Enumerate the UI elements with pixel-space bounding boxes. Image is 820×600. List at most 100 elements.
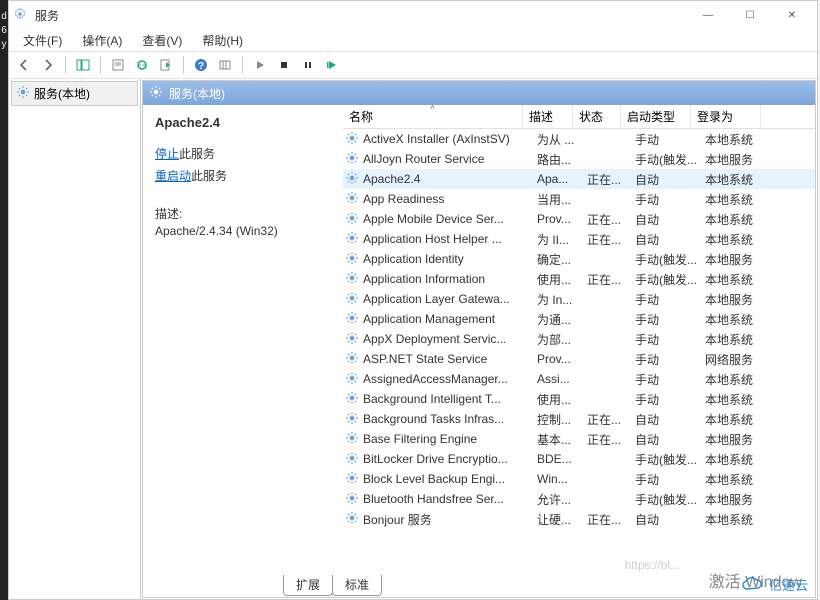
gear-icon (345, 331, 359, 348)
cell-startup: 手动(触发... (635, 491, 705, 508)
cell-status: 正在... (587, 171, 635, 188)
window-controls: — ☐ ✕ (687, 1, 813, 29)
gear-icon (345, 271, 359, 288)
back-button[interactable] (13, 54, 35, 76)
sort-indicator-icon: ˄ (430, 105, 435, 112)
minimize-button[interactable]: — (687, 1, 729, 29)
tree-root-services[interactable]: 服务(本地) (11, 81, 138, 106)
cell-startup: 手动 (635, 331, 705, 348)
cell-logon: 本地系统 (705, 191, 775, 208)
separator (65, 56, 66, 74)
service-row[interactable]: Background Intelligent T...使用...手动本地系统 (343, 389, 815, 409)
column-description[interactable]: 描述 (523, 105, 573, 128)
service-row[interactable]: Bonjour 服务让硬...正在...自动本地系统 (343, 509, 815, 529)
menu-file[interactable]: 文件(F) (13, 30, 72, 51)
cell-status: 正在... (587, 431, 635, 448)
gear-icon (345, 391, 359, 408)
cell-name: ActiveX Installer (AxInstSV) (363, 132, 537, 146)
service-row[interactable]: Bluetooth Handsfree Ser...允许...手动(触发...本… (343, 489, 815, 509)
gear-icon (345, 311, 359, 328)
svg-text:?: ? (198, 61, 204, 72)
column-status[interactable]: 状态 (573, 105, 621, 128)
pause-service-button[interactable] (297, 54, 319, 76)
pane-header: 服务(本地) (143, 81, 815, 105)
close-button[interactable]: ✕ (771, 1, 813, 29)
description-value: Apache/2.4.34 (Win32) (155, 224, 331, 238)
forward-button[interactable] (37, 54, 59, 76)
cell-name: Apache2.4 (363, 172, 537, 186)
service-row[interactable]: Application Layer Gatewa...为 In...手动本地服务 (343, 289, 815, 309)
show-hide-tree-button[interactable] (72, 54, 94, 76)
service-row[interactable]: Application Information使用...正在...手动(触发..… (343, 269, 815, 289)
tab-extended[interactable]: 扩展 (283, 575, 333, 596)
service-row[interactable]: AssignedAccessManager...Assi...手动本地系统 (343, 369, 815, 389)
column-startup[interactable]: 启动类型 (621, 105, 691, 128)
menubar: 文件(F) 操作(A) 查看(V) 帮助(H) (9, 29, 817, 51)
export-button[interactable] (155, 54, 177, 76)
maximize-button[interactable]: ☐ (729, 1, 771, 29)
help-button[interactable]: ? (190, 54, 212, 76)
gear-icon (345, 251, 359, 268)
cell-status: 正在... (587, 511, 635, 528)
cell-description: 为通... (537, 311, 587, 328)
cell-description: 为 II... (537, 231, 587, 248)
cell-description: 为从 ... (537, 131, 587, 148)
gear-icon (345, 211, 359, 228)
service-row[interactable]: AppX Deployment Servic...为部...手动本地系统 (343, 329, 815, 349)
service-row[interactable]: Application Identity确定...手动(触发...本地服务 (343, 249, 815, 269)
service-row[interactable]: Block Level Backup Engi...Win...手动本地系统 (343, 469, 815, 489)
cell-startup: 手动 (635, 391, 705, 408)
cell-name: Base Filtering Engine (363, 432, 537, 446)
start-service-button[interactable] (249, 54, 271, 76)
list-rows[interactable]: ActiveX Installer (AxInstSV)为从 ...手动本地系统… (343, 129, 815, 575)
gear-icon (345, 291, 359, 308)
properties-button[interactable] (107, 54, 129, 76)
cell-startup: 手动 (635, 191, 705, 208)
service-row[interactable]: Apache2.4Apa...正在...自动本地系统 (343, 169, 815, 189)
cell-startup: 自动 (635, 171, 705, 188)
restart-service-button[interactable] (321, 54, 343, 76)
service-row[interactable]: BitLocker Drive Encryptio...BDE...手动(触发.… (343, 449, 815, 469)
columns-button[interactable] (214, 54, 236, 76)
restart-link[interactable]: 重启动 (155, 169, 191, 183)
stop-service-button[interactable] (273, 54, 295, 76)
cell-startup: 手动 (635, 131, 705, 148)
menu-view[interactable]: 查看(V) (132, 30, 192, 51)
service-row[interactable]: AllJoyn Router Service路由...手动(触发...本地服务 (343, 149, 815, 169)
gear-icon (345, 231, 359, 248)
column-logon[interactable]: 登录为 (691, 105, 761, 128)
cell-startup: 手动 (635, 311, 705, 328)
gear-icon (345, 471, 359, 488)
stop-link[interactable]: 停止 (155, 147, 179, 161)
menu-action[interactable]: 操作(A) (72, 30, 132, 51)
cell-logon: 本地服务 (705, 291, 775, 308)
cell-logon: 本地系统 (705, 271, 775, 288)
cell-name: AppX Deployment Servic... (363, 332, 537, 346)
tab-standard[interactable]: 标准 (332, 575, 382, 596)
service-row[interactable]: Background Tasks Infras...控制...正在...自动本地… (343, 409, 815, 429)
cell-description: 使用... (537, 391, 587, 408)
cell-logon: 本地系统 (705, 511, 775, 528)
service-row[interactable]: ASP.NET State ServiceProv...手动网络服务 (343, 349, 815, 369)
pane-body: Apache2.4 停止此服务 重启动此服务 描述: Apache/2.4.34… (143, 105, 815, 575)
gear-icon (345, 451, 359, 468)
cell-name: Application Host Helper ... (363, 232, 537, 246)
gear-icon (345, 511, 359, 528)
refresh-button[interactable] (131, 54, 153, 76)
service-row[interactable]: App Readiness当用...手动本地系统 (343, 189, 815, 209)
service-row[interactable]: Apple Mobile Device Ser...Prov...正在...自动… (343, 209, 815, 229)
cell-name: Apple Mobile Device Ser... (363, 212, 537, 226)
separator (100, 56, 101, 74)
cell-status: 正在... (587, 211, 635, 228)
cell-logon: 本地系统 (705, 131, 775, 148)
service-row[interactable]: Application Management为通...手动本地系统 (343, 309, 815, 329)
tree-label: 服务(本地) (34, 85, 90, 102)
column-name[interactable]: 名称˄ (343, 105, 523, 128)
gear-icon (13, 7, 29, 23)
cell-description: 为部... (537, 331, 587, 348)
service-row[interactable]: Application Host Helper ...为 II...正在...自… (343, 229, 815, 249)
selected-service-name: Apache2.4 (155, 115, 331, 130)
service-row[interactable]: ActiveX Installer (AxInstSV)为从 ... 手动本地系统 (343, 129, 815, 149)
service-row[interactable]: Base Filtering Engine基本...正在...自动本地服务 (343, 429, 815, 449)
menu-help[interactable]: 帮助(H) (192, 30, 253, 51)
